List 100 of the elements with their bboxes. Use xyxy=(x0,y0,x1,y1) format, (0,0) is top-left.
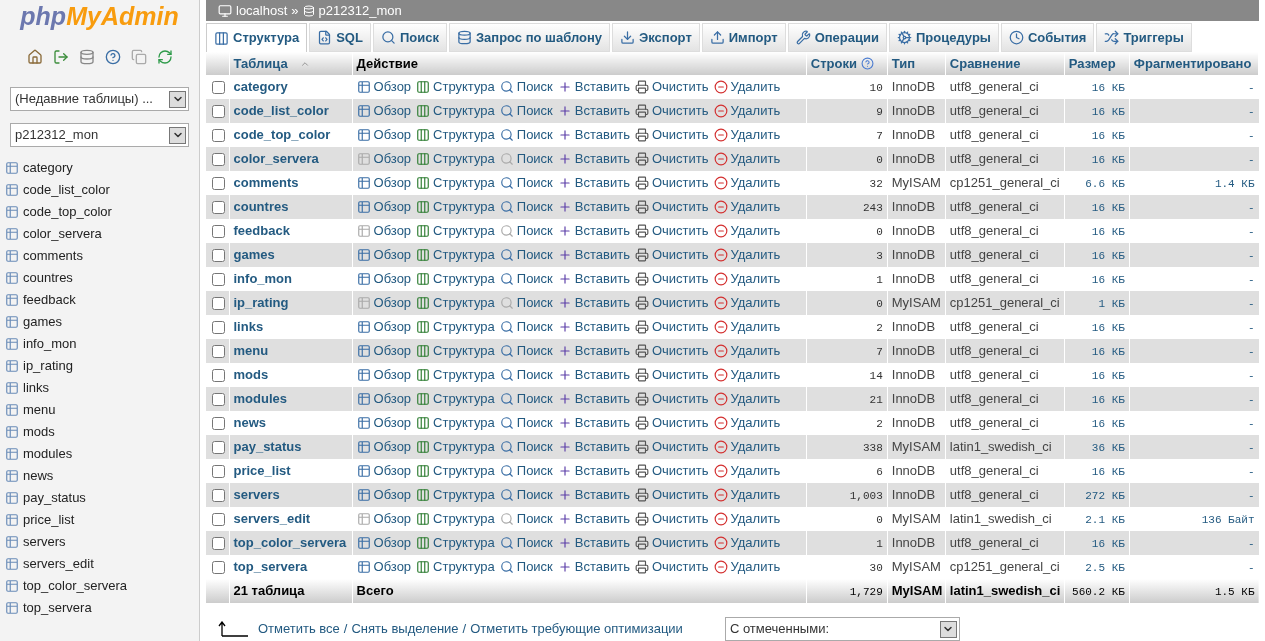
table-name-link[interactable]: ip_rating xyxy=(233,295,289,311)
action-link[interactable]: Структура xyxy=(433,413,495,433)
row-checkbox[interactable] xyxy=(212,320,225,334)
action-link[interactable]: Вставить xyxy=(574,341,630,361)
table-name-link[interactable]: top_servera xyxy=(233,559,308,575)
action-link[interactable]: Вставить xyxy=(574,269,630,289)
action-link[interactable]: Удалить xyxy=(730,317,781,337)
table-name-link[interactable]: code_top_color xyxy=(233,127,331,143)
action-link[interactable]: Очистить xyxy=(651,317,709,337)
table-name-link[interactable]: color_servera xyxy=(233,151,319,167)
sidebar-table-link[interactable]: pay_status xyxy=(23,488,86,508)
action-link[interactable]: Удалить xyxy=(730,149,781,169)
action-link[interactable]: Очистить xyxy=(651,533,709,553)
table-name-link[interactable]: modules xyxy=(233,391,287,407)
action-link[interactable]: Вставить xyxy=(574,173,630,193)
action-link[interactable]: Удалить xyxy=(730,461,781,481)
sidebar-table-link[interactable]: comments xyxy=(23,246,83,266)
action-link[interactable]: Очистить xyxy=(651,437,709,457)
sidebar-table-link[interactable]: menu xyxy=(23,400,56,420)
action-link[interactable]: Очистить xyxy=(651,413,709,433)
table-name-link[interactable]: mods xyxy=(233,367,269,383)
action-link[interactable]: Структура xyxy=(433,173,495,193)
action-link[interactable]: Очистить xyxy=(651,557,709,577)
exit-icon[interactable] xyxy=(52,49,69,65)
action-link[interactable]: Удалить xyxy=(730,437,781,457)
bulk-select-link[interactable]: Отметить требующие оптимизации xyxy=(470,619,683,639)
row-checkbox[interactable] xyxy=(212,272,225,286)
action-link[interactable]: Поиск xyxy=(516,365,553,385)
table-name-link[interactable]: price_list xyxy=(233,463,291,479)
action-link[interactable]: Очистить xyxy=(651,125,709,145)
action-link[interactable]: Обзор xyxy=(373,413,412,433)
sidebar-table-link[interactable]: games xyxy=(23,312,63,332)
reload-icon[interactable] xyxy=(156,49,173,65)
row-checkbox[interactable] xyxy=(212,104,225,118)
table-name-link[interactable]: servers xyxy=(233,487,280,503)
column-header[interactable]: Строки xyxy=(806,52,888,75)
action-link[interactable]: Вставить xyxy=(574,365,630,385)
table-name-link[interactable]: code_list_color xyxy=(233,103,329,119)
tab[interactable]: SQL xyxy=(309,23,371,52)
action-link[interactable]: Удалить xyxy=(730,509,781,529)
sidebar-table-link[interactable]: servers xyxy=(23,532,66,552)
action-link[interactable]: Структура xyxy=(433,77,495,97)
action-link[interactable]: Поиск xyxy=(516,533,553,553)
action-link[interactable]: Очистить xyxy=(651,461,709,481)
action-link[interactable]: Поиск xyxy=(516,197,553,217)
sidebar-table-link[interactable]: top_color_servera xyxy=(23,576,128,596)
action-link[interactable]: Удалить xyxy=(730,77,781,97)
sidebar-table-link[interactable]: price_list xyxy=(23,510,75,530)
action-link[interactable]: Поиск xyxy=(516,149,553,169)
table-name-link[interactable]: info_mon xyxy=(233,271,292,287)
column-header[interactable]: Размер xyxy=(1064,52,1130,75)
action-link[interactable]: Обзор xyxy=(373,101,412,121)
action-link[interactable]: Обзор xyxy=(373,389,412,409)
sidebar-table-link[interactable]: news xyxy=(23,466,54,486)
table-name-link[interactable]: comments xyxy=(233,175,299,191)
table-name-link[interactable]: top_color_servera xyxy=(233,535,347,551)
help-icon[interactable] xyxy=(860,57,874,70)
action-link[interactable]: Очистить xyxy=(651,365,709,385)
action-link[interactable]: Вставить xyxy=(574,461,630,481)
action-link[interactable]: Обзор xyxy=(373,341,412,361)
recent-tables-select[interactable]: (Недавние таблицы) ... xyxy=(10,87,189,111)
action-link[interactable]: Удалить xyxy=(730,533,781,553)
sidebar-table-link[interactable]: feedback xyxy=(23,290,76,310)
row-checkbox[interactable] xyxy=(212,368,225,382)
action-link[interactable]: Обзор xyxy=(373,317,412,337)
action-link[interactable]: Поиск xyxy=(516,245,553,265)
action-link[interactable]: Очистить xyxy=(651,245,709,265)
action-link[interactable]: Структура xyxy=(433,341,495,361)
row-checkbox[interactable] xyxy=(212,80,225,94)
sidebar-table-link[interactable]: modules xyxy=(23,444,73,464)
action-link[interactable]: Очистить xyxy=(651,173,709,193)
action-link[interactable]: Поиск xyxy=(516,413,553,433)
action-link[interactable]: Обзор xyxy=(373,125,412,145)
sidebar-table-link[interactable]: servers_edit xyxy=(23,554,94,574)
table-name-link[interactable]: menu xyxy=(233,343,269,359)
action-link[interactable]: Вставить xyxy=(574,317,630,337)
table-name-link[interactable]: games xyxy=(233,247,275,263)
action-link[interactable]: Структура xyxy=(433,149,495,169)
row-checkbox[interactable] xyxy=(212,224,225,238)
action-link[interactable]: Поиск xyxy=(516,557,553,577)
tab[interactable]: Экспорт xyxy=(612,23,700,52)
action-link[interactable]: Поиск xyxy=(516,509,553,529)
action-link[interactable]: Вставить xyxy=(574,245,630,265)
action-link[interactable]: Удалить xyxy=(730,125,781,145)
action-link[interactable]: Очистить xyxy=(651,389,709,409)
database-icon[interactable] xyxy=(78,49,95,65)
action-link[interactable]: Поиск xyxy=(516,101,553,121)
server-link[interactable]: localhost xyxy=(236,0,288,21)
database-select[interactable]: p212312_mon xyxy=(10,123,189,147)
action-link[interactable]: Обзор xyxy=(373,197,412,217)
action-link[interactable]: Очистить xyxy=(651,485,709,505)
action-link[interactable]: Вставить xyxy=(574,389,630,409)
action-link[interactable]: Вставить xyxy=(574,509,630,529)
action-link[interactable]: Обзор xyxy=(373,437,412,457)
sidebar-table-link[interactable]: color_servera xyxy=(23,224,102,244)
action-link[interactable]: Поиск xyxy=(516,269,553,289)
row-checkbox[interactable] xyxy=(212,152,225,166)
tab[interactable]: Импорт xyxy=(701,23,786,52)
sidebar-table-link[interactable]: top_servera xyxy=(23,598,92,618)
sidebar-table-link[interactable]: category xyxy=(23,158,73,178)
